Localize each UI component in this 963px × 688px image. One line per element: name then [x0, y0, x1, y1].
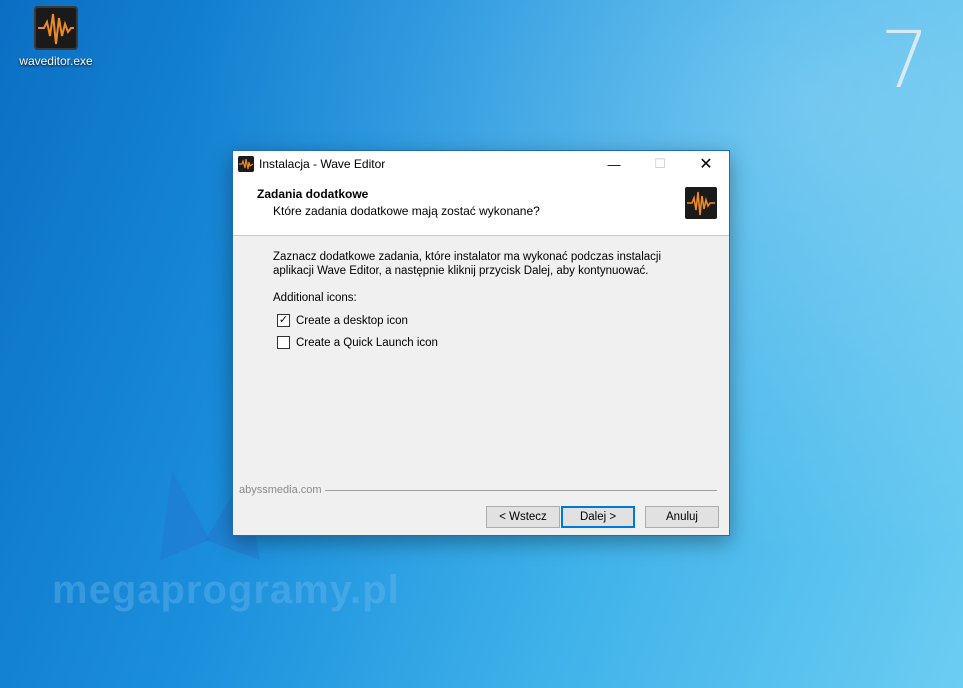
checkbox-unchecked-icon[interactable]: [277, 336, 290, 349]
maximize-button[interactable]: ☐: [637, 151, 683, 177]
installer-dialog: Instalacja - Wave Editor — ☐ ✕ Zadania d…: [232, 150, 730, 536]
task-description: Zaznacz dodatkowe zadania, które instala…: [273, 251, 662, 277]
back-button[interactable]: < Wstecz: [486, 506, 560, 528]
wizard-header: Zadania dodatkowe Które zadania dodatkow…: [233, 177, 729, 236]
desktop-icon-label: waveditor.exe: [19, 54, 93, 68]
page-title: Zadania dodatkowe: [257, 187, 369, 201]
footer-divider: [325, 490, 717, 491]
window-title: Instalacja - Wave Editor: [259, 157, 386, 171]
title-bar[interactable]: Instalacja - Wave Editor — ☐ ✕: [233, 151, 729, 177]
checkbox-desktop-icon[interactable]: ✓ Create a desktop icon: [277, 314, 408, 327]
app-icon: [238, 156, 254, 172]
page-subtitle: Które zadania dodatkowe mają zostać wyko…: [273, 204, 540, 218]
checkbox-label: Create a Quick Launch icon: [296, 336, 438, 349]
cancel-button[interactable]: Anuluj: [645, 506, 719, 528]
step-number: 7: [880, 16, 930, 106]
waveform-icon: [34, 6, 78, 50]
next-button[interactable]: Dalej >: [561, 506, 635, 528]
wizard-waveform-icon: [685, 187, 717, 219]
checkbox-checked-icon[interactable]: ✓: [277, 314, 290, 327]
close-button[interactable]: ✕: [683, 151, 729, 177]
footer-brand: abyssmedia.com: [239, 484, 322, 496]
desktop-icon-waveditor[interactable]: waveditor.exe: [14, 6, 98, 68]
additional-icons-label: Additional icons:: [273, 292, 357, 304]
watermark-text: megaprogramy.pl: [52, 568, 400, 612]
wizard-body: Zaznacz dodatkowe zadania, które instala…: [233, 236, 729, 534]
checkbox-quick-launch-icon[interactable]: Create a Quick Launch icon: [277, 336, 438, 349]
minimize-button[interactable]: —: [591, 151, 637, 177]
checkbox-label: Create a desktop icon: [296, 314, 408, 327]
